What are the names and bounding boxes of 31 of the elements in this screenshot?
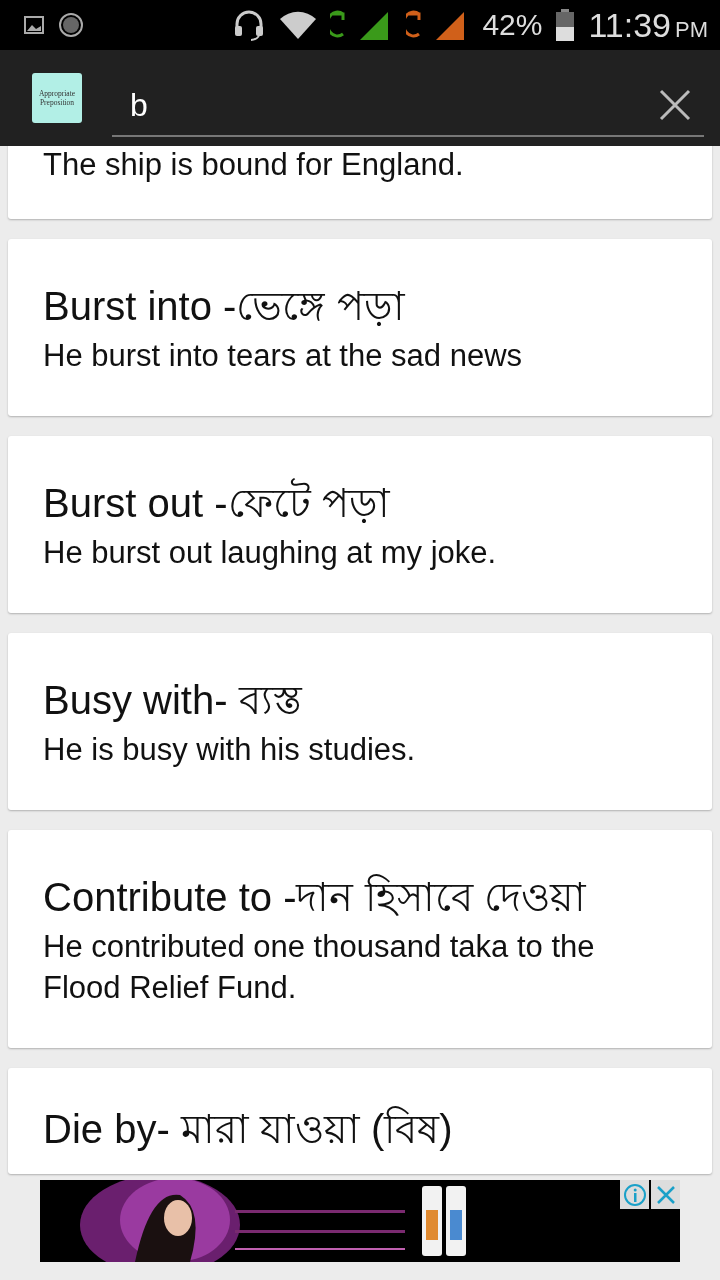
- close-icon: [655, 1184, 676, 1205]
- clock-ampm: PM: [675, 16, 708, 43]
- entry-example: He contributed one thousand taka to the Flood Relief Fund.: [43, 928, 596, 1007]
- entry-card[interactable]: Busy with- ব্যস্ত He is busy with his studies.: [8, 633, 712, 810]
- info-icon: [622, 1182, 647, 1207]
- entry-title: Die by- মারা যাওয়া (বিষ): [43, 1105, 454, 1153]
- entry-example: He burst into tears at the sad news: [43, 337, 524, 375]
- entry-example: He burst out laughing at my joke.: [43, 534, 498, 572]
- close-icon: [659, 89, 691, 121]
- entry-card[interactable]: Die by- মারা যাওয়া (বিষ): [8, 1068, 712, 1174]
- entry-example: He is busy with his studies.: [43, 731, 417, 769]
- search-field[interactable]: b: [130, 83, 658, 127]
- entry-example: The ship is bound for England.: [43, 146, 465, 184]
- entry-title: Burst into -ভেঙ্গে পড়া: [43, 283, 406, 330]
- wifi-icon: [280, 10, 317, 40]
- image-icon: [24, 16, 44, 34]
- search-bar[interactable]: b: [112, 75, 704, 137]
- info-button[interactable]: [620, 1180, 649, 1209]
- clear-button[interactable]: [658, 88, 692, 122]
- entry-card[interactable]: Burst out -ফেটে পড়া He burst out laughing at my joke.: [8, 436, 712, 613]
- entry-card[interactable]: Burst into -ভেঙ্গে পড়া He burst into tears at the sad news: [8, 239, 712, 416]
- clock-time: 11:39: [588, 5, 671, 45]
- entry-title: Contribute to -দান হিসাবে দেওয়া: [43, 873, 587, 921]
- radio-icon: [58, 12, 84, 38]
- battery-icon: [556, 9, 575, 41]
- entry-title: Burst out -ফেটে পড়া: [43, 478, 622, 528]
- entry-card[interactable]: The ship is bound for England.: [8, 146, 712, 219]
- entry-title: Busy with- ব্যস্ত: [43, 677, 304, 724]
- ad-close-button[interactable]: [651, 1180, 680, 1209]
- battery-percent: 42%: [482, 8, 543, 42]
- entry-card[interactable]: Contribute to -দান হিসাবে দেওয়া He contributed one thousand taka to the Flood Relief Fund.: [8, 830, 712, 1048]
